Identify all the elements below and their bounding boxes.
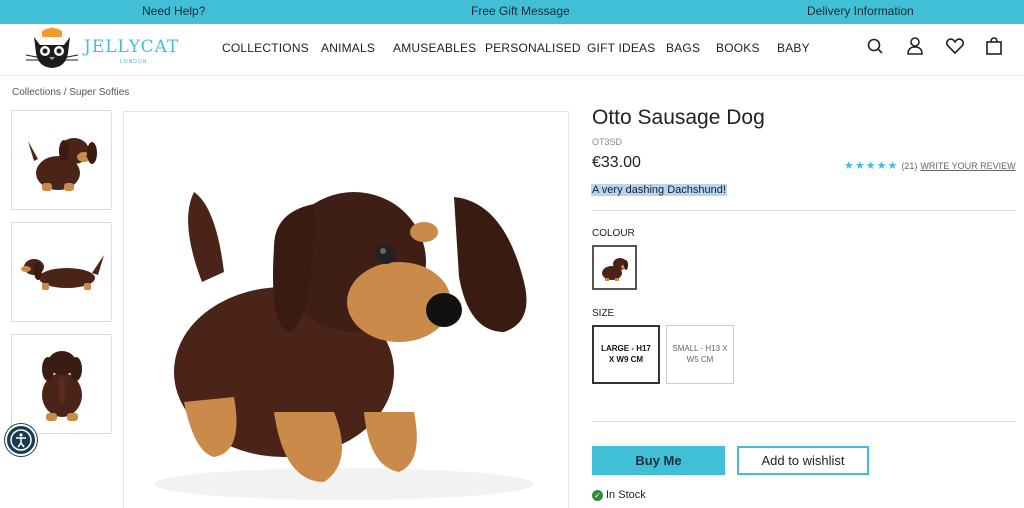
brand-sub: LONDON: [120, 59, 148, 65]
colour-label: COLOUR: [592, 228, 635, 239]
account-icon[interactable]: [904, 35, 926, 57]
size-option-small[interactable]: SMALL - H13 X W5 CM: [666, 325, 734, 384]
nav-gift-ideas[interactable]: GIFT IDEAS: [587, 41, 655, 55]
accessibility-button[interactable]: [5, 424, 37, 456]
brand-name: JELLYCAT: [84, 37, 180, 57]
search-icon[interactable]: [864, 35, 886, 57]
stock-text: In Stock: [606, 489, 646, 501]
product-title: Otto Sausage Dog: [592, 106, 765, 129]
thumbnail-front[interactable]: [11, 110, 112, 210]
nav-books[interactable]: BOOKS: [716, 41, 760, 55]
buy-button[interactable]: Buy Me: [592, 446, 725, 475]
dachshund-front-image: [28, 138, 97, 191]
main-product-image[interactable]: [123, 111, 569, 508]
nav-animals[interactable]: ANIMALS: [321, 41, 375, 55]
cat-logo-icon: [25, 27, 79, 68]
divider: [592, 210, 1016, 211]
write-review-link[interactable]: WRITE YOUR REVIEW: [920, 161, 1015, 171]
dachshund-swatch-image: [602, 258, 628, 281]
gift-message-link[interactable]: Free Gift Message: [471, 4, 570, 18]
add-to-wishlist-button[interactable]: Add to wishlist: [737, 446, 869, 475]
dachshund-back-image: [42, 351, 82, 421]
product-sku: OT3SD: [592, 137, 623, 147]
size-option-large[interactable]: LARGE - H17 X W9 CM: [592, 325, 660, 384]
breadcrumb[interactable]: Collections / Super Softies: [12, 87, 129, 98]
star-rating-icon[interactable]: ★★★★★: [844, 160, 898, 172]
heart-icon[interactable]: [944, 35, 966, 57]
top-info-bar: Need Help? Free Gift Message Delivery In…: [0, 0, 1024, 24]
product-tagline: A very dashing Dachshund!: [591, 184, 727, 196]
nav-collections[interactable]: COLLECTIONS: [222, 41, 309, 55]
need-help-link[interactable]: Need Help?: [142, 4, 205, 18]
stock-status: ✓ In Stock: [592, 489, 646, 501]
product-price: €33.00: [592, 154, 641, 171]
jellycat-logo[interactable]: JELLYCAT LONDON: [22, 27, 178, 73]
accessibility-icon: [10, 429, 32, 451]
nav-amuseables[interactable]: AMUSEABLES: [393, 41, 476, 55]
nav-bags[interactable]: BAGS: [666, 41, 700, 55]
delivery-info-link[interactable]: Delivery Information: [807, 4, 914, 18]
dachshund-plush-image: [154, 192, 534, 500]
rating-row: ★★★★★ (21) WRITE YOUR REVIEW: [844, 159, 1016, 172]
nav-baby[interactable]: BABY: [777, 41, 810, 55]
divider: [592, 421, 1016, 422]
nav-personalised[interactable]: PERSONALISED: [485, 41, 581, 55]
size-label: SIZE: [592, 308, 615, 319]
review-count: (21): [901, 161, 918, 171]
thumbnail-back[interactable]: [11, 334, 112, 434]
colour-swatch[interactable]: [592, 245, 637, 290]
check-icon: ✓: [592, 489, 603, 501]
bag-icon[interactable]: [983, 35, 1005, 57]
site-header: JELLYCAT LONDON COLLECTIONS ANIMALS AMUS…: [0, 24, 1024, 76]
thumbnail-side[interactable]: [11, 222, 112, 322]
dachshund-side-image: [21, 255, 104, 290]
